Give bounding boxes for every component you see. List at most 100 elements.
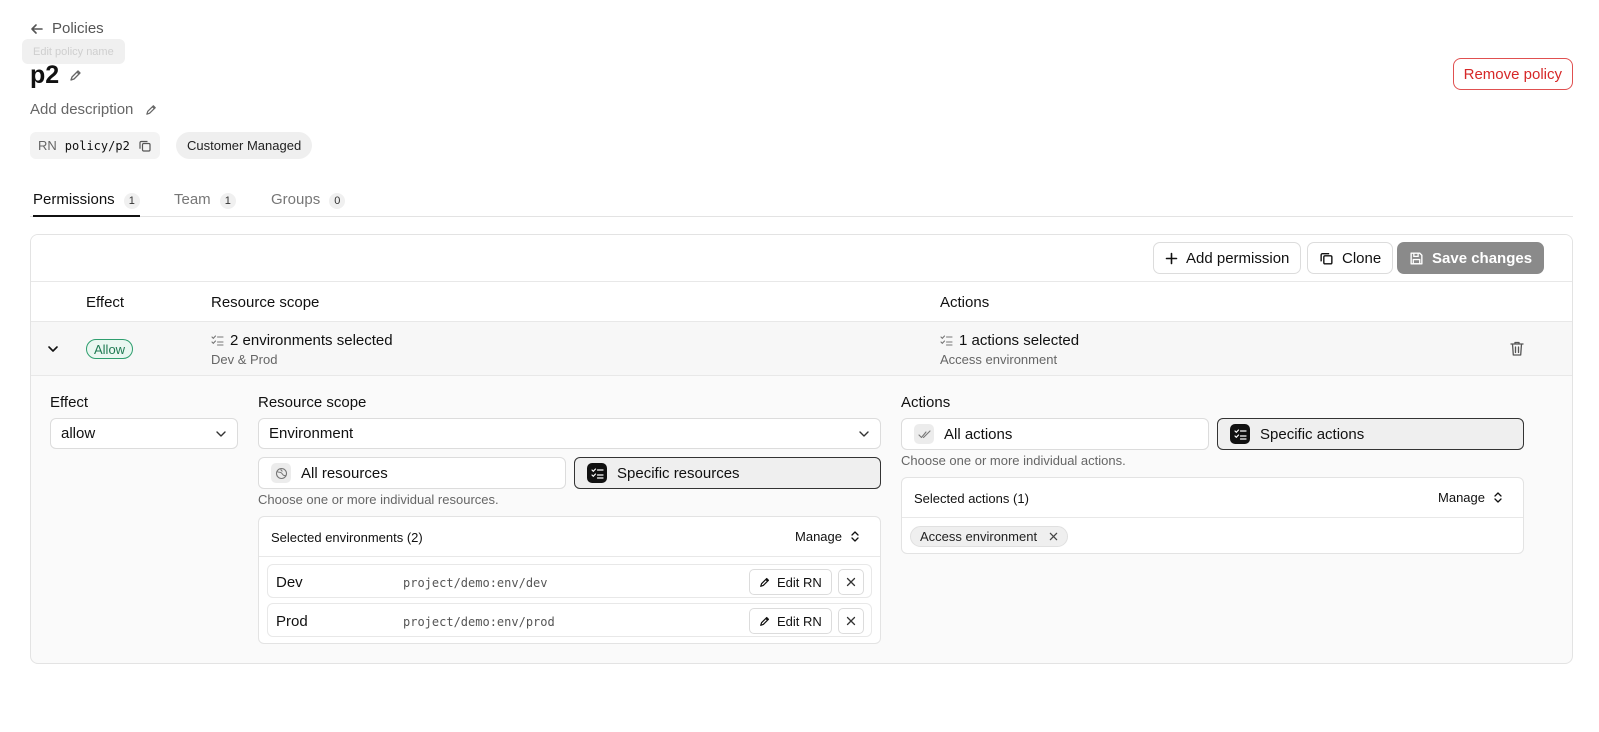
actions-summary-sub: Access environment — [940, 352, 1058, 367]
back-link-label: Policies — [52, 20, 104, 37]
list-item: Prod project/demo:env/prod Edit RN — [267, 603, 872, 637]
pencil-icon[interactable] — [69, 68, 83, 82]
managed-badge: Customer Managed — [176, 132, 313, 159]
manage-label: Manage — [1438, 490, 1485, 505]
header-actions: Actions — [940, 294, 990, 311]
selected-actions-title: Selected actions (1) — [914, 491, 1029, 506]
tab-bar: Permissions 1 Team 1 Groups 0 — [30, 186, 1573, 217]
tab-count: 1 — [123, 193, 140, 209]
resource-scope-select-value: Environment — [269, 425, 354, 442]
add-permission-label: Add permission — [1186, 249, 1290, 267]
remove-environment-button[interactable] — [838, 569, 864, 595]
copy-icon[interactable] — [138, 139, 152, 153]
edit-rn-label: Edit RN — [777, 613, 822, 629]
edit-rn-button[interactable]: Edit RN — [749, 608, 832, 634]
actions-label: Actions — [901, 394, 951, 411]
table-header: Effect Resource scope Actions — [31, 282, 1572, 322]
manage-button[interactable]: Manage — [1438, 490, 1503, 505]
tab-team[interactable]: Team 1 — [174, 186, 236, 217]
pencil-icon — [759, 576, 771, 588]
list-item: Dev project/demo:env/dev Edit RN — [267, 564, 872, 598]
all-actions-label: All actions — [944, 425, 1013, 443]
pencil-icon — [759, 615, 771, 627]
all-resources-option[interactable]: All resources — [258, 457, 566, 489]
chevron-up-down-icon — [1493, 491, 1503, 504]
double-check-icon — [914, 424, 934, 444]
specific-resources-option[interactable]: Specific resources — [574, 457, 881, 489]
plus-icon — [1165, 252, 1178, 265]
manage-button[interactable]: Manage — [795, 529, 860, 544]
copy-icon — [1319, 251, 1334, 266]
scope-summary-title: 2 environments selected — [230, 332, 393, 349]
actions-summary: 1 actions selected — [940, 332, 1079, 349]
description-area[interactable]: Add description — [30, 101, 158, 118]
all-actions-option[interactable]: All actions — [901, 418, 1209, 450]
chevron-down-icon — [215, 428, 227, 440]
selected-environments-header: Selected environments (2) Manage — [259, 517, 880, 557]
effect-select[interactable]: allow — [50, 418, 238, 449]
selected-actions-box: Selected actions (1) Manage Access envir… — [901, 477, 1524, 554]
trash-icon[interactable] — [1509, 340, 1525, 357]
edit-rn-label: Edit RN — [777, 574, 822, 590]
all-resources-label: All resources — [301, 464, 388, 482]
tab-permissions[interactable]: Permissions 1 — [33, 186, 140, 217]
save-changes-label: Save changes — [1432, 249, 1533, 267]
selected-environments-title: Selected environments (2) — [271, 530, 423, 545]
tab-count: 0 — [329, 193, 346, 209]
page-title: p2 — [30, 61, 60, 89]
actions-hint: Choose one or more individual actions. — [901, 453, 1126, 468]
chevron-down-icon[interactable] — [47, 343, 59, 355]
save-changes-button[interactable]: Save changes — [1397, 242, 1545, 274]
checklist-icon — [211, 334, 224, 347]
panel-toolbar: Add permission Clone Save changes — [31, 235, 1572, 282]
environment-rn: project/demo:env/dev — [403, 576, 548, 590]
description-placeholder: Add description — [30, 101, 134, 118]
close-icon[interactable] — [1049, 532, 1058, 541]
back-link[interactable]: Policies — [30, 20, 104, 37]
effect-select-value: allow — [61, 425, 96, 442]
environment-name: Prod — [276, 613, 308, 630]
specific-actions-label: Specific actions — [1260, 425, 1365, 443]
selected-action-label: Access environment — [920, 529, 1038, 544]
globe-icon — [271, 463, 291, 483]
resource-scope-label: Resource scope — [258, 394, 367, 411]
selected-action-chip: Access environment — [910, 526, 1069, 547]
environment-rn: project/demo:env/prod — [403, 615, 555, 629]
environment-name: Dev — [276, 574, 303, 591]
policy-title-area: p2 — [30, 60, 83, 90]
tab-label: Permissions — [33, 191, 115, 208]
specific-actions-option[interactable]: Specific actions — [1217, 418, 1524, 450]
remove-policy-button[interactable]: Remove policy — [1452, 58, 1573, 90]
specific-resources-label: Specific resources — [617, 464, 740, 482]
tab-label: Groups — [271, 191, 321, 208]
edit-rn-button[interactable]: Edit RN — [749, 569, 832, 595]
effect-badge: Allow — [86, 339, 134, 359]
checklist-icon — [1230, 424, 1250, 444]
effect-label: Effect — [50, 394, 89, 411]
selected-environments-box: Selected environments (2) Manage Dev pro… — [258, 516, 881, 644]
chevron-up-down-icon — [850, 530, 860, 543]
header-effect: Effect — [86, 294, 125, 311]
scope-summary: 2 environments selected — [211, 332, 393, 349]
permissions-panel: Add permission Clone Save changes Effect… — [30, 234, 1573, 664]
manage-label: Manage — [795, 529, 842, 544]
checklist-icon — [587, 463, 607, 483]
actions-summary-title: 1 actions selected — [959, 332, 1080, 349]
selected-actions-header: Selected actions (1) Manage — [902, 478, 1523, 518]
clone-button[interactable]: Clone — [1307, 242, 1394, 274]
resource-scope-select[interactable]: Environment — [258, 418, 881, 449]
tab-count: 1 — [219, 193, 236, 209]
pencil-icon[interactable] — [145, 103, 158, 116]
header-resource-scope: Resource scope — [211, 294, 320, 311]
remove-environment-button[interactable] — [838, 608, 864, 634]
save-icon — [1409, 251, 1424, 266]
rn-label: RN — [38, 138, 57, 153]
rn-value: policy/p2 — [64, 138, 130, 153]
add-permission-button[interactable]: Add permission — [1153, 242, 1302, 274]
clone-label: Clone — [1342, 249, 1382, 267]
close-icon — [846, 616, 856, 626]
tab-groups[interactable]: Groups 0 — [271, 186, 346, 217]
rn-pill: RN policy/p2 — [30, 132, 160, 159]
table-row[interactable]: Allow 2 environments selected Dev & Prod… — [31, 322, 1572, 376]
chevron-down-icon — [858, 428, 870, 440]
